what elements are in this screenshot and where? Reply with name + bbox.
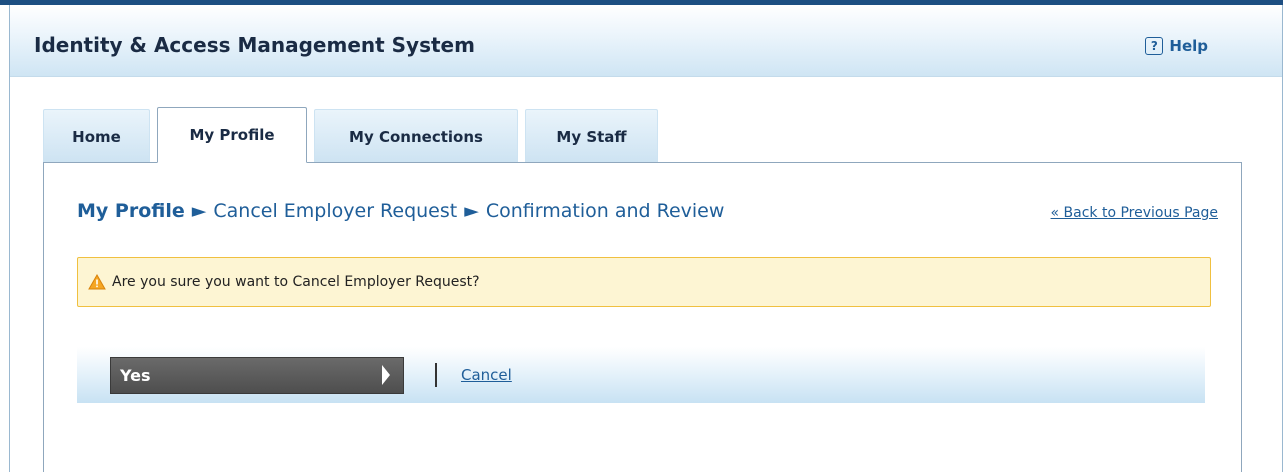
app-frame: Identity & Access Management System ? He…	[9, 5, 1283, 472]
back-to-previous-link[interactable]: « Back to Previous Page	[1051, 205, 1218, 221]
action-bar: Yes Cancel	[77, 347, 1205, 403]
tab-my-staff[interactable]: My Staff	[525, 109, 658, 163]
question-mark-icon: ?	[1145, 37, 1164, 55]
breadcrumb-current: Confirmation and Review	[485, 200, 725, 222]
yes-button-label: Yes	[120, 365, 151, 385]
app-title: Identity & Access Management System	[34, 33, 475, 57]
tab-label: Home	[72, 127, 121, 146]
confirmation-alert: Are you sure you want to Cancel Employer…	[77, 257, 1211, 307]
cancel-link[interactable]: Cancel	[461, 366, 512, 384]
breadcrumb-item: Cancel Employer Request	[213, 200, 458, 222]
yes-button[interactable]: Yes	[110, 356, 404, 394]
app-header: Identity & Access Management System ? He…	[10, 5, 1282, 77]
tab-label: My Profile	[189, 126, 275, 144]
tab-label: My Connections	[349, 127, 483, 146]
breadcrumb: My Profile ► Cancel Employer Request ► C…	[77, 200, 724, 222]
help-link[interactable]: ? Help	[1145, 37, 1208, 55]
breadcrumb-separator: ►	[191, 200, 207, 222]
main-tabs: Home My Profile My Connections My Staff	[43, 107, 665, 163]
warning-icon	[88, 274, 106, 290]
content-panel: My Profile ► Cancel Employer Request ► C…	[43, 162, 1242, 472]
alert-message: Are you sure you want to Cancel Employer…	[112, 274, 480, 290]
arrow-right-icon	[382, 365, 390, 385]
tab-home[interactable]: Home	[43, 109, 150, 163]
tab-my-connections[interactable]: My Connections	[314, 109, 518, 163]
breadcrumb-root[interactable]: My Profile	[77, 200, 185, 222]
tab-my-profile[interactable]: My Profile	[157, 107, 307, 163]
tab-label: My Staff	[556, 127, 627, 146]
help-label: Help	[1169, 37, 1208, 55]
breadcrumb-separator: ►	[464, 200, 479, 222]
action-divider	[435, 363, 437, 387]
